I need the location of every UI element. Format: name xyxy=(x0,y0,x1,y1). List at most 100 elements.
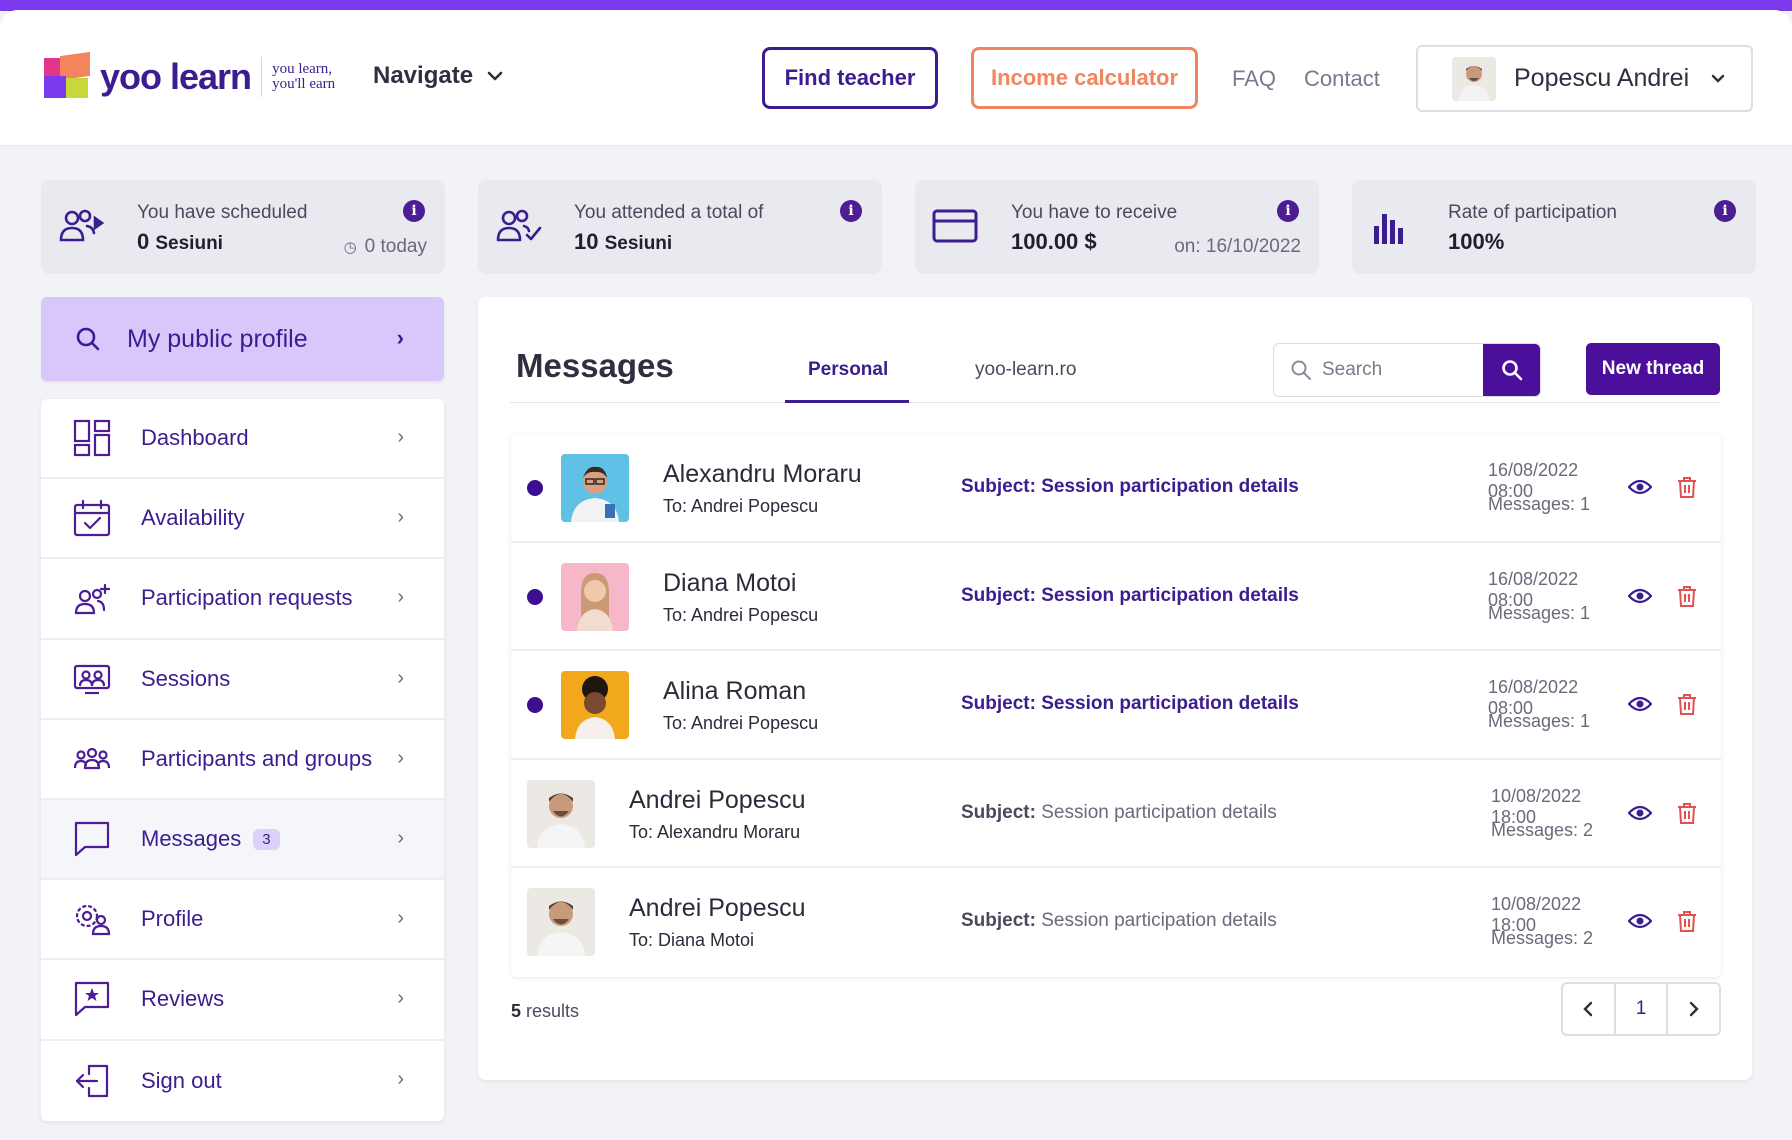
info-icon[interactable]: i xyxy=(840,200,862,222)
message-row[interactable]: Diana Motoi To: Andrei Popescu Subject: … xyxy=(511,543,1721,652)
eye-icon[interactable] xyxy=(1628,586,1652,606)
page-title: Messages xyxy=(516,347,674,384)
subject: Subject: Session participation details xyxy=(961,910,1277,932)
pagination: 1 xyxy=(1561,982,1721,1036)
sidebar-menu: Dashboard › Availability › Participation… xyxy=(41,399,444,1121)
trash-icon[interactable] xyxy=(1677,585,1697,607)
message-icon xyxy=(74,821,110,857)
stat-attended: You attended a total of 10 Sesiuni i xyxy=(478,180,882,274)
sidebar-item-sign-out[interactable]: Sign out › xyxy=(41,1041,444,1121)
trash-icon[interactable] xyxy=(1677,476,1697,498)
next-page-button[interactable] xyxy=(1668,984,1719,1034)
chevron-right-icon: › xyxy=(397,987,404,1010)
sender-name: Andrei Popescu xyxy=(629,785,806,814)
chevron-right-icon: › xyxy=(397,907,404,930)
avatar xyxy=(1452,56,1496,101)
stat-value: 10 Sesiuni xyxy=(574,229,672,255)
chevron-down-icon xyxy=(487,71,503,81)
recipient: To: Alexandru Moraru xyxy=(629,821,801,842)
income-calculator-button[interactable]: Income calculator xyxy=(971,47,1198,109)
chevron-right-icon: › xyxy=(397,746,404,769)
sidebar-item-participants-groups[interactable]: Participants and groups › xyxy=(41,720,444,800)
eye-icon[interactable] xyxy=(1628,477,1652,497)
info-icon[interactable]: i xyxy=(1277,200,1299,222)
sidebar-item-dashboard[interactable]: Dashboard › xyxy=(41,399,444,480)
chevron-down-icon xyxy=(1711,74,1725,83)
logo-tagline-line1: you learn, xyxy=(272,61,333,77)
logo[interactable]: yoo learn you learn, you'll earn xyxy=(44,51,336,100)
new-thread-button[interactable]: New thread xyxy=(1586,343,1720,395)
sidebar-item-availability[interactable]: Availability › xyxy=(41,479,444,560)
stat-due-date: on: 16/10/2022 xyxy=(1174,236,1301,257)
prev-page-button[interactable] xyxy=(1563,984,1614,1034)
group-icon xyxy=(73,747,111,769)
chevron-right-icon xyxy=(1689,1001,1699,1017)
trash-icon[interactable] xyxy=(1677,910,1697,933)
eye-icon[interactable] xyxy=(1628,911,1652,931)
stat-unit: Sesiuni xyxy=(155,233,223,254)
sidebar-item-label: Messages xyxy=(141,826,242,852)
my-public-profile-button[interactable]: My public profile › xyxy=(41,297,444,381)
subject-prefix: Subject: xyxy=(961,801,1036,823)
search-button[interactable] xyxy=(1483,344,1540,396)
stat-value: 100% xyxy=(1448,229,1505,254)
chevron-left-icon xyxy=(1583,1001,1593,1017)
user-menu[interactable]: Popescu Andrei xyxy=(1416,45,1753,112)
subject-prefix: Subject: xyxy=(961,476,1036,497)
stat-label: You have to receive xyxy=(1011,202,1178,223)
sidebar-item-reviews[interactable]: Reviews › xyxy=(41,960,444,1041)
trash-icon[interactable] xyxy=(1677,802,1697,824)
search-input[interactable] xyxy=(1322,359,1472,381)
navigate-dropdown[interactable]: Navigate xyxy=(373,62,503,90)
trash-icon[interactable] xyxy=(1677,693,1697,716)
faq-link[interactable]: FAQ xyxy=(1232,66,1276,92)
users-arrow-icon xyxy=(59,209,105,242)
message-count: Messages: 1 xyxy=(1488,494,1591,514)
stat-scheduled: You have scheduled 0 Sesiuni i ◷ 0 today xyxy=(41,180,445,274)
message-row[interactable]: Andrei Popescu To: Alexandru Moraru Subj… xyxy=(511,760,1721,869)
subject-text: Session participation details xyxy=(1041,693,1299,715)
stat-label: Rate of participation xyxy=(1448,202,1617,223)
info-icon[interactable]: i xyxy=(403,200,425,222)
sender-name: Alina Roman xyxy=(663,677,807,706)
page-number-button[interactable]: 1 xyxy=(1613,984,1669,1034)
subject-text: Session participation details xyxy=(1041,584,1299,606)
sender-name: Andrei Popescu xyxy=(629,894,806,923)
eye-icon[interactable] xyxy=(1628,803,1652,823)
stat-value: 100.00 $ xyxy=(1011,229,1097,254)
logo-tagline-line2: you'll earn xyxy=(272,76,336,92)
sidebar-item-profile[interactable]: Profile › xyxy=(41,880,444,961)
avatar xyxy=(561,671,629,740)
subject: Subject: Session participation details xyxy=(961,693,1299,715)
tab-personal[interactable]: Personal xyxy=(808,359,888,381)
results-number: 5 xyxy=(511,1001,522,1021)
chevron-right-icon: › xyxy=(397,586,404,609)
sidebar-item-messages[interactable]: Messages 3 › xyxy=(41,799,444,881)
profile-gear-icon xyxy=(75,905,111,936)
message-row[interactable]: Alina Roman To: Andrei Popescu Subject: … xyxy=(511,651,1721,760)
message-list: Alexandru Moraru To: Andrei Popescu Subj… xyxy=(511,434,1721,977)
sidebar-item-participation-requests[interactable]: Participation requests › xyxy=(41,559,444,640)
contact-link[interactable]: Contact xyxy=(1304,66,1380,92)
subject-prefix: Subject: xyxy=(961,693,1036,715)
clock-icon: ◷ xyxy=(343,239,357,256)
info-icon[interactable]: i xyxy=(1714,200,1736,222)
review-star-icon xyxy=(74,982,110,1017)
eye-icon[interactable] xyxy=(1628,694,1652,714)
sidebar-item-sessions[interactable]: Sessions › xyxy=(41,640,444,720)
message-row[interactable]: Alexandru Moraru To: Andrei Popescu Subj… xyxy=(511,434,1721,543)
tabs-divider xyxy=(510,402,1720,403)
message-count: Messages: 2 xyxy=(1491,928,1594,949)
calendar-check-icon xyxy=(73,500,111,537)
dashboard-icon xyxy=(73,419,111,457)
search-field xyxy=(1273,343,1541,397)
message-row[interactable]: Andrei Popescu To: Diana Motoi Subject: … xyxy=(511,868,1721,977)
sidebar-item-label: Availability xyxy=(141,505,245,531)
sessions-icon xyxy=(73,664,111,694)
unread-count-badge: 3 xyxy=(253,828,280,850)
find-teacher-button[interactable]: Find teacher xyxy=(762,47,938,109)
chevron-right-icon: › xyxy=(397,826,404,849)
tab-yoo-learn[interactable]: yoo-learn.ro xyxy=(975,359,1076,381)
avatar xyxy=(527,779,595,848)
credit-card-icon xyxy=(932,209,978,243)
